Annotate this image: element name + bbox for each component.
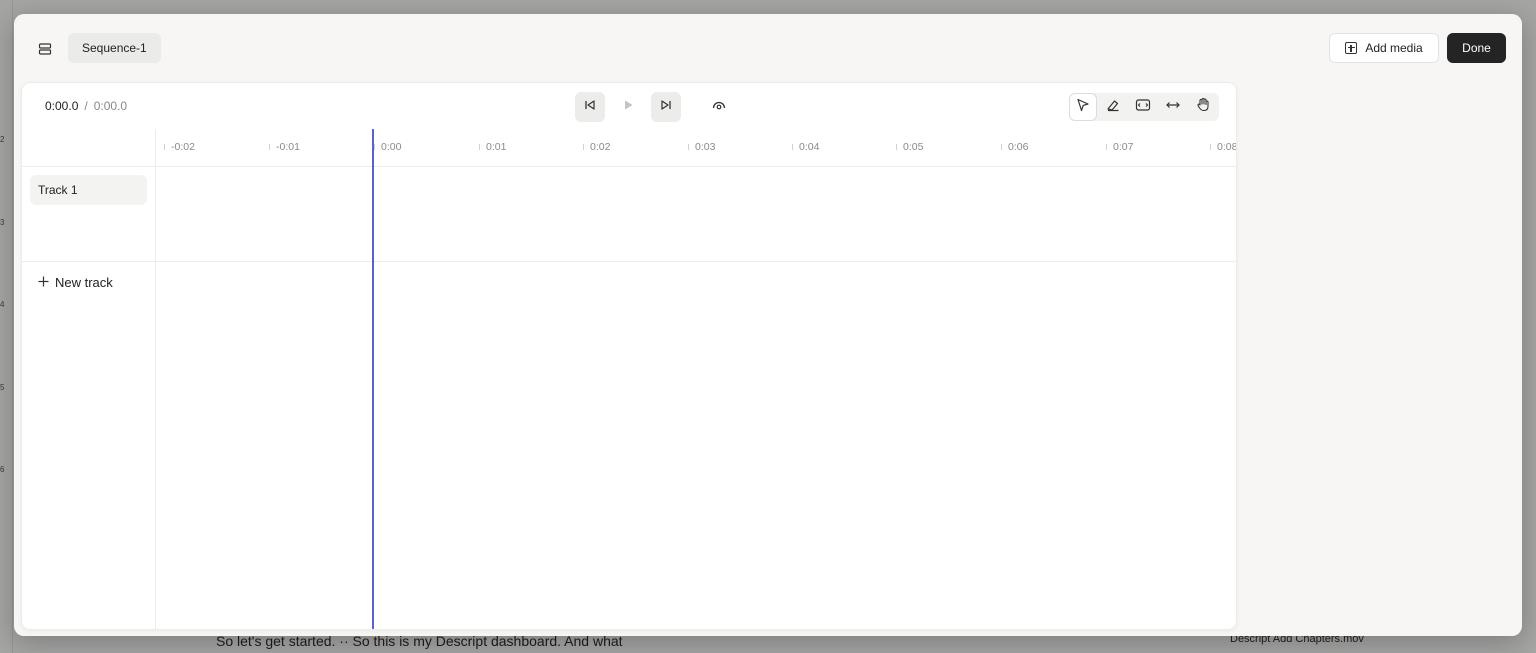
new-track-button[interactable]: New track [38,275,113,290]
time-ruler[interactable]: -0:02 -0:01 0:00 0:01 0:02 0:03 0:04 0:0… [155,129,1236,167]
clip-frame-icon [1135,98,1151,117]
time-display: 0:00.0 / 0:00.0 [45,99,127,113]
ruler-tick: -0:01 [269,141,300,153]
select-tool-button[interactable] [1070,94,1096,120]
eraser-icon [1106,98,1120,117]
track-label-chip[interactable]: Track 1 [30,175,147,205]
sequence-name-chip[interactable]: Sequence-1 [68,33,161,63]
ruler-tick: 0:02 [582,141,611,153]
loop-icon [711,98,727,117]
timeline-panel: 0:00.0 / 0:00.0 -0:02 -0:01 0:00 0:01 0:02… [22,83,1236,629]
track-lane[interactable] [155,167,1236,262]
pointer-icon [1076,98,1090,117]
play-button[interactable] [613,92,643,122]
playhead[interactable] [372,129,374,629]
add-media-button[interactable]: Add media [1329,33,1439,63]
skip-to-end-button[interactable] [651,92,681,122]
plus-icon [38,275,49,290]
clip-tool-button[interactable] [1130,94,1156,120]
ruler-corner [22,129,155,167]
done-button[interactable]: Done [1447,33,1506,63]
loop-playback-button[interactable] [704,92,734,122]
ruler-tick: 0:08 [1209,141,1236,153]
play-icon [622,98,634,116]
hand-tool-button[interactable] [1190,94,1216,120]
duration-time: 0:00.0 [93,99,128,113]
ruler-tick: 0:07 [1105,141,1134,153]
horizontal-arrows-icon [1165,98,1181,117]
ruler-tick: 0:03 [687,141,716,153]
sequence-editor-modal: Sequence-1 Add media Done 0:00.0 / 0:00.0 [14,14,1522,636]
time-separator: / [84,99,88,113]
stretch-tool-button[interactable] [1160,94,1186,120]
ruler-tick: -0:02 [164,141,195,153]
layout-list-icon[interactable] [38,42,52,56]
add-media-label: Add media [1365,41,1423,55]
razor-tool-button[interactable] [1100,94,1126,120]
ruler-tick: 0:01 [478,141,507,153]
edit-tool-group [1069,93,1219,121]
ruler-tick: 0:04 [791,141,820,153]
skip-to-start-button[interactable] [575,92,605,122]
ruler-tick: 0:00 [373,141,402,153]
plus-square-icon [1345,42,1358,54]
current-time: 0:00.0 [45,99,79,113]
skip-back-icon [584,98,596,116]
ruler-tick: 0:05 [895,141,924,153]
new-track-label: New track [55,275,113,290]
hand-icon [1196,97,1211,117]
skip-forward-icon [660,98,672,116]
ruler-tick: 0:06 [1000,141,1029,153]
